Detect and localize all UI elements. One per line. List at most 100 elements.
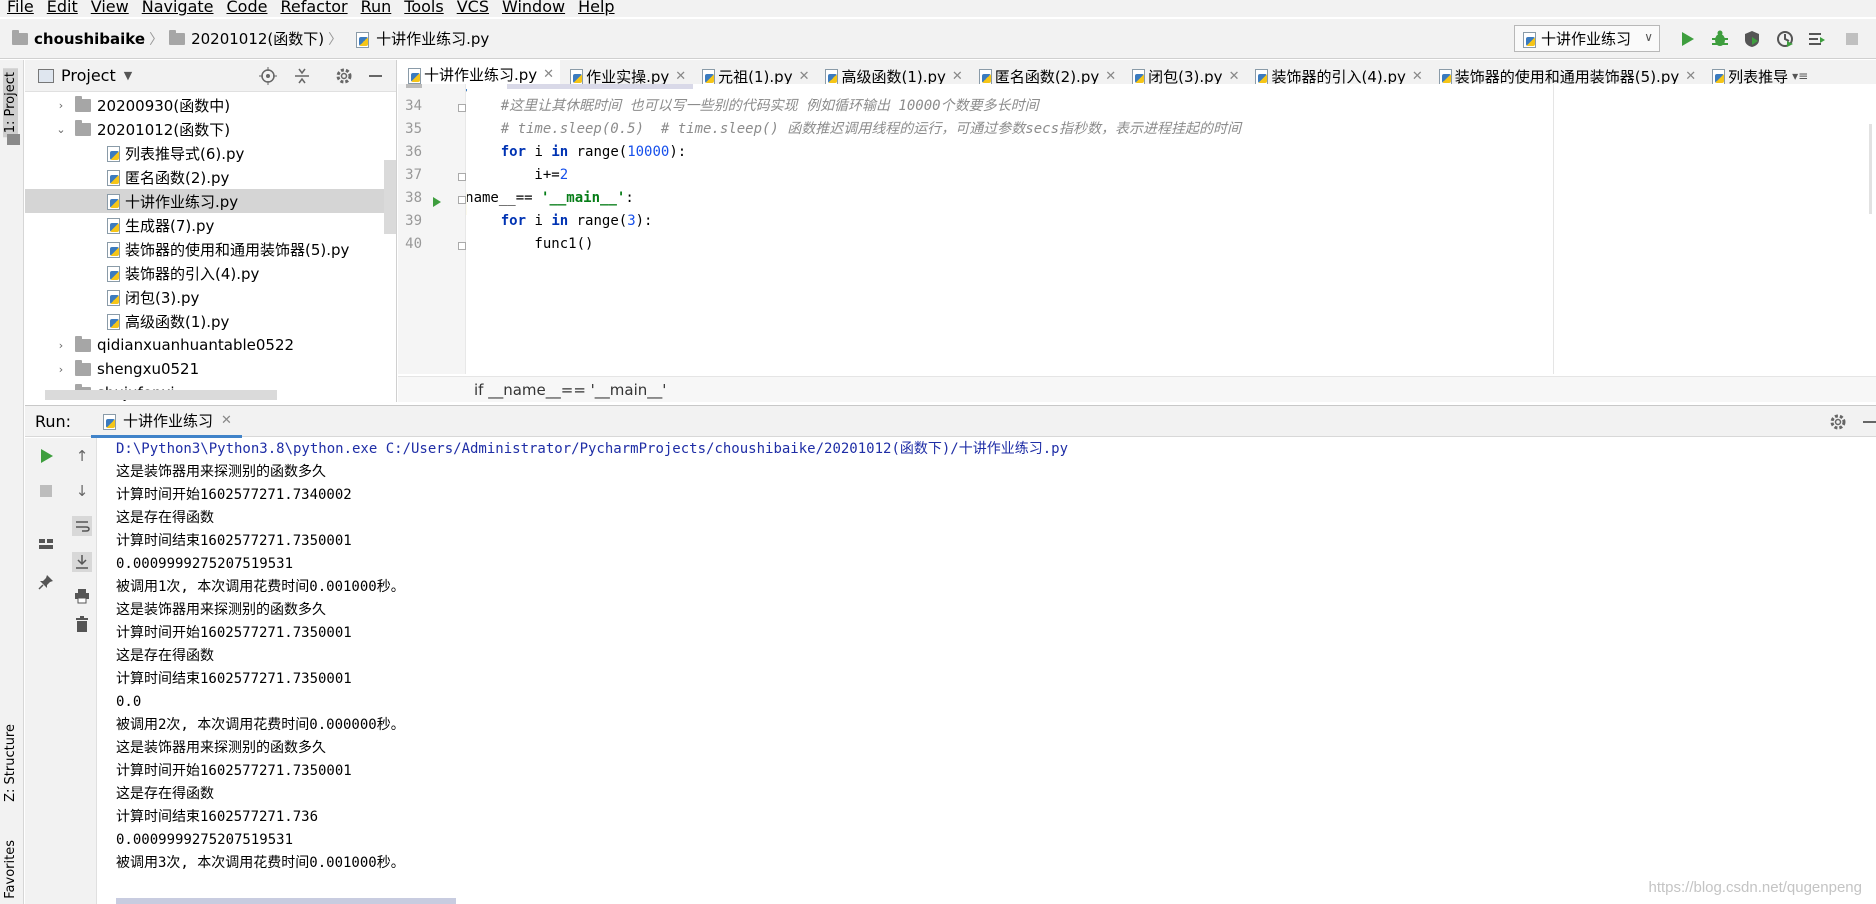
print-icon[interactable] [72, 586, 92, 606]
menu-run[interactable]: Run [354, 0, 398, 15]
python-file-icon [101, 413, 117, 430]
python-file-icon [105, 145, 121, 162]
gear-icon[interactable] [1829, 413, 1847, 435]
minimize-icon[interactable] [1863, 421, 1876, 423]
stop-icon[interactable] [1842, 29, 1862, 49]
python-file-icon [1253, 68, 1269, 85]
fold-marker-icon[interactable] [458, 242, 466, 250]
line-number: 39 [405, 213, 422, 229]
run-config-selector[interactable]: 十讲作业练习 ∨ [1514, 25, 1660, 52]
tree-item-file[interactable]: 高级函数(1).py [25, 309, 396, 333]
menu-vcs[interactable]: VCS [450, 0, 495, 15]
favorites-tool-tab[interactable]: Favorites [3, 840, 18, 899]
tab-overflow-icon[interactable]: ▾≡ [1792, 69, 1808, 83]
chevron-right-icon[interactable]: › [55, 99, 67, 112]
fold-marker-icon[interactable] [458, 173, 466, 181]
python-file-icon [1437, 68, 1453, 85]
menu-window[interactable]: Window [495, 0, 571, 15]
menu-view[interactable]: View [84, 0, 135, 15]
close-icon[interactable]: ✕ [952, 69, 963, 84]
soft-wrap-icon[interactable] [72, 516, 92, 536]
breadcrumb-project[interactable]: choushibaike [34, 30, 145, 48]
python-file-icon [568, 68, 584, 85]
stop-icon[interactable] [36, 481, 56, 501]
python-file-icon [354, 31, 370, 48]
scroll-to-end-icon[interactable] [72, 552, 92, 572]
close-icon[interactable]: ✕ [1685, 69, 1696, 84]
fold-marker-icon[interactable] [458, 196, 466, 204]
tree-item-folder[interactable]: › shengxu0521 [25, 357, 396, 381]
run-panel-label: Run: [35, 411, 72, 431]
tree-item-file[interactable]: 闭包(3).py [25, 285, 396, 309]
tree-item-file[interactable]: 生成器(7).py [25, 213, 396, 237]
navigation-bar: choushibaike 〉 20201012(函数下) 〉 十讲作业练习.py… [0, 19, 1876, 59]
gear-icon[interactable] [335, 67, 353, 89]
menu-navigate[interactable]: Navigate [135, 0, 220, 15]
debug-icon[interactable] [1710, 29, 1730, 49]
left-tool-strip: 1: Project Z: Structure Favorites [0, 60, 24, 904]
close-icon[interactable]: ✕ [543, 67, 554, 82]
project-vertical-scrollbar[interactable] [384, 160, 396, 234]
console-line: 0.0009999275207519531 [116, 556, 294, 572]
menu-edit[interactable]: Edit [40, 0, 84, 15]
run-console[interactable]: D:\Python3\Python3.8\python.exe C:/Users… [98, 438, 1876, 904]
layout-icon[interactable] [36, 534, 56, 554]
tree-item-folder[interactable]: › 20200930(函数中) [25, 93, 396, 117]
tree-item-file[interactable]: 匿名函数(2).py [25, 165, 396, 189]
run-icon[interactable] [1677, 29, 1697, 49]
collapse-all-icon[interactable] [293, 67, 311, 89]
python-file-icon [105, 241, 121, 258]
code-text: ): [635, 213, 653, 229]
run-gutter-icon[interactable] [432, 194, 442, 212]
chevron-down-icon[interactable]: ⌄ [55, 123, 67, 136]
project-panel-title[interactable]: Project [61, 66, 116, 85]
rerun-icon[interactable] [36, 446, 56, 466]
coverage-icon[interactable] [1742, 29, 1762, 49]
close-icon[interactable]: ✕ [1412, 69, 1423, 84]
profile-icon[interactable] [1775, 29, 1795, 49]
minimize-icon[interactable] [369, 75, 382, 77]
tree-item-folder[interactable]: › qidianxuanhuantable0522 [25, 333, 396, 357]
trash-icon[interactable] [72, 614, 92, 634]
tree-item-file-selected[interactable]: 十讲作业练习.py [25, 189, 396, 213]
project-tool-tab[interactable]: 1: Project [3, 68, 18, 138]
pin-icon[interactable] [36, 572, 56, 592]
tree-item-file[interactable]: 列表推导式(6).py [25, 141, 396, 165]
python-file-icon [1130, 68, 1146, 85]
python-file-icon [406, 67, 422, 84]
chevron-right-icon[interactable]: › [55, 339, 67, 352]
project-horizontal-scrollbar[interactable] [45, 390, 277, 400]
close-icon[interactable]: ✕ [675, 69, 686, 84]
tree-item-folder[interactable]: ⌄ 20201012(函数下) [25, 117, 396, 141]
close-icon[interactable]: ✕ [1105, 69, 1116, 84]
menu-code[interactable]: Code [220, 0, 274, 15]
code-editor[interactable]: #这里让其休眠时间 也可以写一些别的代码实现 例如循环输出 10000个数要多长… [467, 84, 1876, 374]
menu-help[interactable]: Help [571, 0, 620, 15]
tree-item-label: qidianxuanhuantable0522 [97, 336, 295, 354]
folder-icon [12, 29, 28, 45]
chevron-down-icon[interactable]: ▼ [124, 69, 132, 82]
down-arrow-icon[interactable]: ↓ [72, 481, 92, 501]
close-icon[interactable]: ✕ [221, 413, 232, 428]
breadcrumb: choushibaike 〉 20201012(函数下) 〉 十讲作业练习.py [0, 28, 489, 49]
tree-item-file[interactable]: 装饰器的引入(4).py [25, 261, 396, 285]
run-list-icon[interactable] [1807, 29, 1827, 49]
console-line: 计算时间开始1602577271.7350001 [116, 625, 352, 641]
folder-icon [169, 29, 186, 45]
locate-icon[interactable] [259, 67, 277, 89]
menu-refactor[interactable]: Refactor [273, 0, 353, 15]
structure-tool-tab[interactable]: Z: Structure [3, 724, 18, 802]
breadcrumb-file[interactable]: 十讲作业练习.py [376, 28, 489, 49]
breadcrumb-folder[interactable]: 20201012(函数下) [191, 28, 324, 49]
up-arrow-icon[interactable]: ↑ [72, 446, 92, 466]
fold-marker-icon[interactable] [458, 104, 466, 112]
run-tab[interactable]: 十讲作业练习 ✕ [91, 406, 242, 438]
close-icon[interactable]: ✕ [1229, 69, 1240, 84]
menu-file[interactable]: File [0, 0, 40, 15]
close-icon[interactable]: ✕ [799, 69, 810, 84]
tree-item-file[interactable]: 装饰器的使用和通用装饰器(5).py [25, 237, 396, 261]
chevron-right-icon[interactable]: › [55, 363, 67, 376]
code-text: range( [568, 144, 628, 160]
editor-breadcrumb[interactable]: if __name__== '__main__' [398, 376, 1876, 402]
menu-tools[interactable]: Tools [397, 0, 449, 15]
